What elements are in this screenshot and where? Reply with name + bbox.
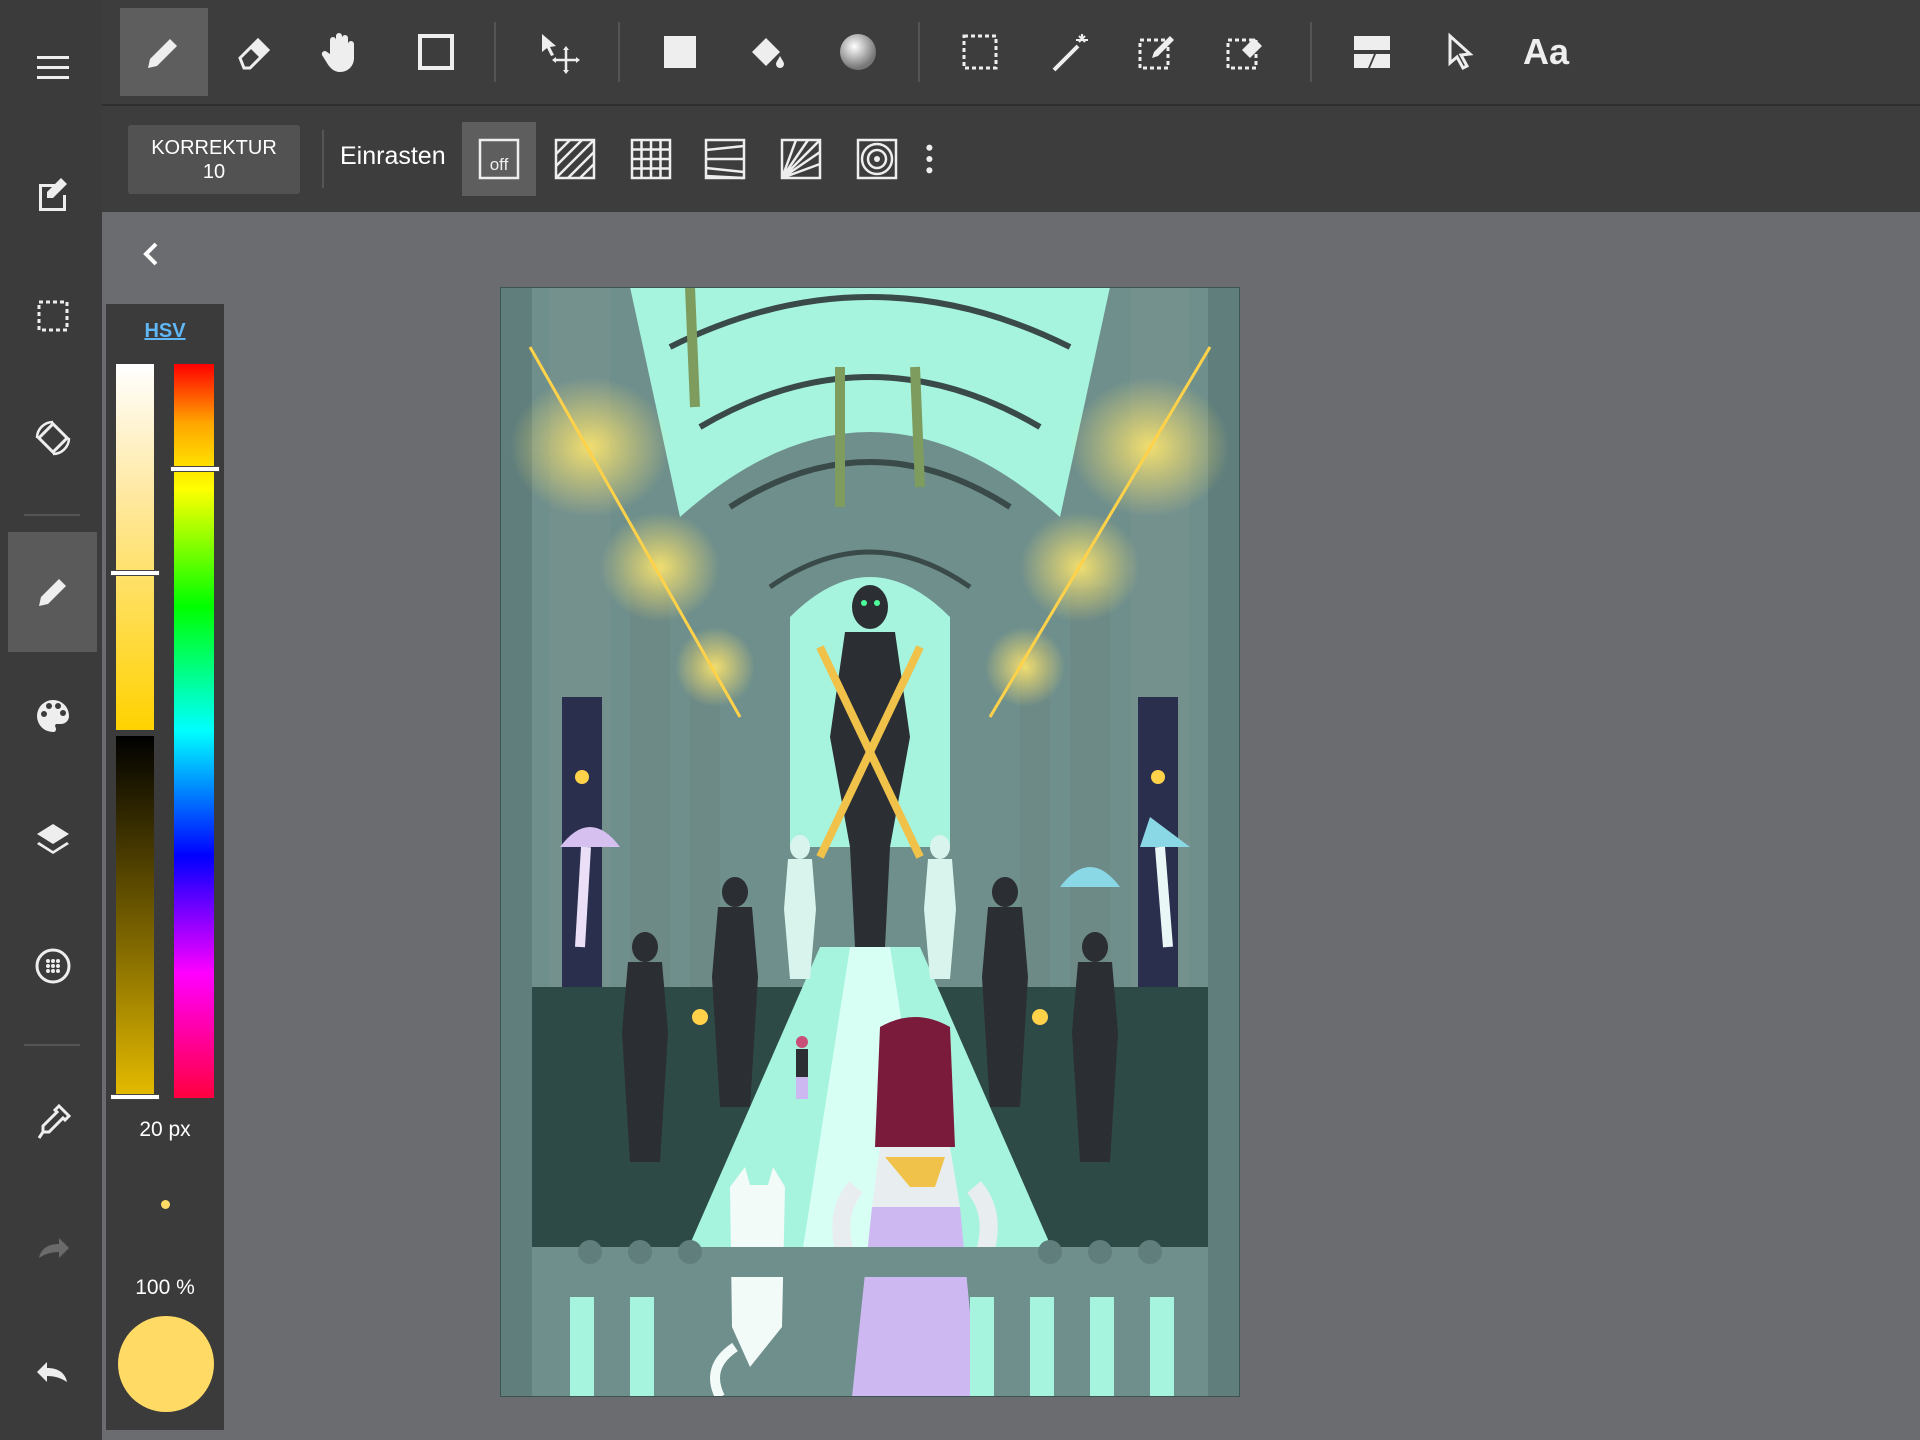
snap-off-icon: off: [478, 138, 520, 180]
snap-off-text: off: [490, 155, 509, 174]
snap-parallel-icon: [554, 138, 596, 180]
move-tool[interactable]: [514, 8, 602, 96]
correction-label: KORREKTUR: [151, 136, 277, 159]
divider: [24, 1044, 80, 1046]
snap-radial-icon: [780, 138, 822, 180]
frame-divider-icon: [1354, 36, 1390, 68]
brightness-slider[interactable]: [116, 736, 154, 1098]
bucket-tool[interactable]: [724, 8, 812, 96]
divider: [322, 130, 324, 188]
undo-icon: [36, 1362, 67, 1382]
opacity-label[interactable]: 100 %: [106, 1276, 224, 1300]
correction-value: 10: [202, 160, 226, 183]
select-eraser-icon: [1226, 38, 1262, 70]
select-rect-icon: [962, 34, 998, 70]
eyedropper-icon: [37, 1103, 71, 1139]
material-button[interactable]: [8, 906, 97, 1026]
snap-perspective-icon: [704, 138, 746, 180]
divider: [918, 22, 920, 82]
correction-button[interactable]: KORREKTUR 10: [128, 125, 300, 194]
current-color-swatch[interactable]: [118, 1316, 214, 1412]
text-tool[interactable]: Aa: [1502, 8, 1590, 96]
rotate-icon: [35, 420, 70, 456]
snap-circle-button[interactable]: [840, 122, 914, 196]
collapse-panel-icon[interactable]: [136, 238, 168, 270]
layers-button[interactable]: [8, 780, 97, 900]
brush-size-label[interactable]: 20 px: [106, 1118, 224, 1142]
more-options-button[interactable]: [912, 122, 952, 196]
snap-off-button[interactable]: off: [462, 122, 536, 196]
select-eraser-tool[interactable]: [1202, 8, 1290, 96]
fill-rect-icon: [664, 36, 696, 68]
palette-button[interactable]: [8, 656, 97, 776]
redo-icon: [38, 1238, 69, 1258]
shape-tool[interactable]: [392, 8, 480, 96]
eyedropper-button[interactable]: [8, 1062, 97, 1182]
artwork-image: [500, 287, 1240, 1397]
layers-icon: [36, 824, 69, 854]
snap-grid-button[interactable]: [614, 122, 688, 196]
eraser-tool[interactable]: [210, 8, 298, 96]
hsv-mode-tab[interactable]: HSV: [106, 320, 224, 343]
saturation-slider[interactable]: [116, 364, 154, 730]
pen-icon: [148, 39, 177, 68]
gradient-icon: [840, 34, 876, 70]
gradient-tool[interactable]: [814, 8, 902, 96]
eraser-icon: [238, 37, 271, 70]
redo-button[interactable]: [8, 1188, 97, 1308]
pointer-tool[interactable]: [1416, 8, 1504, 96]
top-toolbar: Aa: [102, 0, 1920, 106]
snap-grid-icon: [630, 138, 672, 180]
color-panel: HSV 20 px 100 %: [106, 304, 224, 1430]
selection-button[interactable]: [8, 256, 97, 376]
undo-button[interactable]: [8, 1312, 97, 1432]
snap-perspective-button[interactable]: [688, 122, 762, 196]
text-tool-label: Aa: [1522, 31, 1570, 72]
menu-button[interactable]: [8, 8, 97, 128]
edit-canvas-icon: [38, 178, 67, 211]
magic-wand-icon: [1052, 34, 1088, 72]
bucket-icon: [752, 38, 784, 68]
more-icon: [926, 144, 933, 174]
hue-marker[interactable]: [170, 466, 220, 472]
hue-slider[interactable]: [174, 364, 214, 1098]
select-pen-icon: [1138, 36, 1174, 70]
brush-size-preview: [161, 1200, 170, 1209]
frame-divider-tool[interactable]: [1328, 8, 1416, 96]
edit-canvas-button[interactable]: [8, 134, 97, 254]
brush-icon: [38, 579, 66, 606]
brightness-marker[interactable]: [110, 1094, 160, 1100]
brush-button[interactable]: [8, 532, 97, 652]
menu-icon: [36, 56, 69, 79]
snap-circle-icon: [856, 138, 898, 180]
options-bar: KORREKTUR 10 Einrasten off: [102, 106, 1920, 212]
hand-tool[interactable]: [296, 8, 384, 96]
select-pen-tool[interactable]: [1114, 8, 1202, 96]
move-icon: [542, 34, 580, 74]
shape-icon: [418, 34, 454, 70]
pointer-icon: [1448, 32, 1474, 70]
selection-icon: [37, 300, 68, 332]
divider: [494, 22, 496, 82]
saturation-marker[interactable]: [110, 570, 160, 576]
snap-parallel-button[interactable]: [538, 122, 612, 196]
palette-icon: [36, 700, 69, 732]
artwork-canvas[interactable]: [500, 287, 1240, 1397]
rotate-button[interactable]: [8, 378, 97, 498]
divider: [618, 22, 620, 82]
fill-rect-tool[interactable]: [636, 8, 724, 96]
magic-wand-tool[interactable]: [1026, 8, 1114, 96]
pen-tool[interactable]: [120, 8, 208, 96]
hand-icon: [321, 33, 354, 72]
snap-label: Einrasten: [340, 142, 446, 170]
snap-radial-button[interactable]: [764, 122, 838, 196]
divider: [24, 514, 80, 516]
left-toolbar: [0, 0, 102, 1440]
divider: [1310, 22, 1312, 82]
material-icon: [35, 948, 70, 984]
select-rect-tool[interactable]: [936, 8, 1024, 96]
